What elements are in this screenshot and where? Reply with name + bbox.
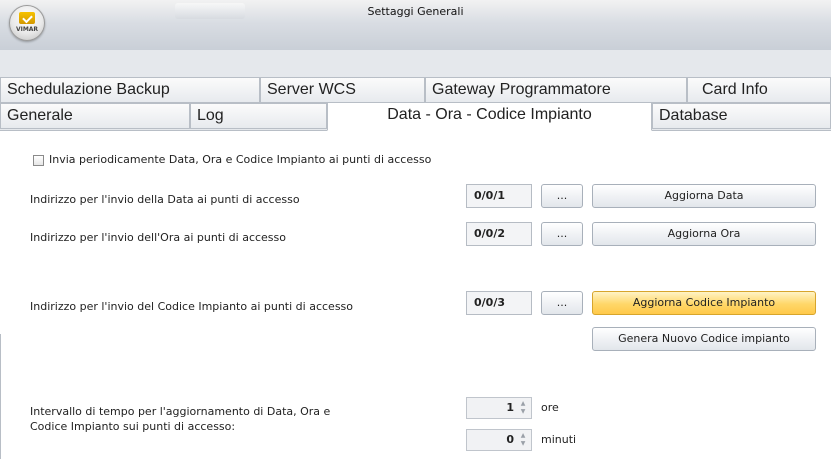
code-address-field[interactable]: 0/0/3 xyxy=(466,291,532,315)
minutes-value: 0 xyxy=(506,433,514,446)
time-browse-button[interactable]: ... xyxy=(541,222,583,246)
interval-label-line1: Intervallo di tempo per l'aggiornamento … xyxy=(30,405,331,418)
generate-code-button[interactable]: Genera Nuovo Codice impianto xyxy=(592,327,816,351)
interval-label-line2: Codice Impianto sui punti di accesso: xyxy=(30,420,236,433)
update-time-button[interactable]: Aggiorna Ora xyxy=(592,222,816,246)
tab-log[interactable]: Log xyxy=(190,103,327,129)
spin-up-icon[interactable]: ▲ xyxy=(521,400,526,407)
hours-stepper[interactable]: 1 ▲ ▼ xyxy=(466,397,532,419)
code-browse-button[interactable]: ... xyxy=(541,291,583,315)
minutes-unit-label: minuti xyxy=(541,433,577,446)
hours-spin-arrows[interactable]: ▲ ▼ xyxy=(518,400,528,416)
tab-card-info[interactable]: Card Info xyxy=(687,77,831,103)
date-address-field[interactable]: 0/0/1 xyxy=(466,184,532,208)
code-address-label: Indirizzo per l'invio del Codice Impiant… xyxy=(30,300,354,313)
minutes-stepper[interactable]: 0 ▲ ▼ xyxy=(466,429,532,451)
panel-divider xyxy=(0,334,1,459)
tab-data-ora-codice-impianto[interactable]: Data - Ora - Codice Impianto xyxy=(327,102,652,131)
hours-value: 1 xyxy=(506,401,514,414)
window-title: Settaggi Generali xyxy=(367,5,464,18)
tab-server-wcs[interactable]: Server WCS xyxy=(260,77,425,103)
spin-down-icon[interactable]: ▼ xyxy=(521,408,526,415)
update-code-button[interactable]: Aggiorna Codice Impianto xyxy=(592,291,816,315)
periodic-send-label: Invia periodicamente Data, Ora e Codice … xyxy=(49,153,432,166)
spin-down-icon[interactable]: ▼ xyxy=(521,440,526,447)
logo-text: VIMAR xyxy=(15,26,39,33)
tab-database[interactable]: Database xyxy=(652,103,831,129)
update-date-button[interactable]: Aggiorna Data xyxy=(592,184,816,208)
minutes-spin-arrows[interactable]: ▲ ▼ xyxy=(518,432,528,448)
date-browse-button[interactable]: ... xyxy=(541,184,583,208)
time-address-label: Indirizzo per l'invio dell'Ora ai punti … xyxy=(30,231,286,244)
date-address-label: Indirizzo per l'invio della Data ai punt… xyxy=(30,193,300,206)
tab-generale[interactable]: Generale xyxy=(0,103,190,129)
periodic-send-checkbox[interactable] xyxy=(33,155,44,166)
hours-unit-label: ore xyxy=(541,401,559,414)
tab-gateway-programmatore[interactable]: Gateway Programmatore xyxy=(425,77,687,103)
title-bar: VIMAR Settaggi Generali xyxy=(0,0,831,51)
tab-schedulazione-backup[interactable]: Schedulazione Backup xyxy=(0,77,260,103)
spin-up-icon[interactable]: ▲ xyxy=(521,432,526,439)
time-address-field[interactable]: 0/0/2 xyxy=(466,222,532,246)
